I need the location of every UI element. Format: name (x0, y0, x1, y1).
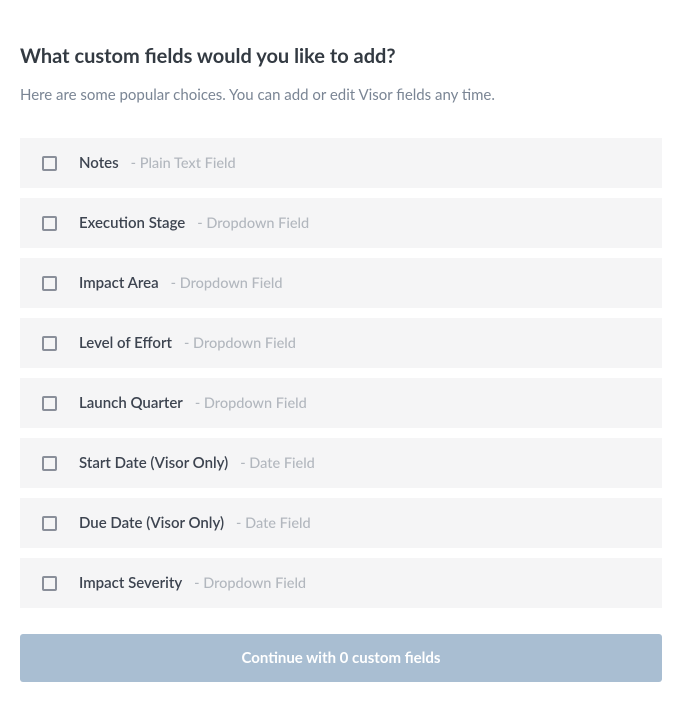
field-row[interactable]: Level of Effort - Dropdown Field (20, 318, 662, 368)
field-label: Execution Stage (79, 214, 185, 232)
field-type: - Dropdown Field (171, 275, 283, 292)
field-type: - Dropdown Field (194, 575, 306, 592)
checkbox[interactable] (42, 156, 57, 171)
checkbox[interactable] (42, 276, 57, 291)
page-subtitle: Here are some popular choices. You can a… (20, 86, 662, 104)
field-row[interactable]: Impact Severity - Dropdown Field (20, 558, 662, 608)
field-label: Level of Effort (79, 334, 172, 352)
checkbox[interactable] (42, 216, 57, 231)
field-row[interactable]: Due Date (Visor Only) - Date Field (20, 498, 662, 548)
checkbox[interactable] (42, 336, 57, 351)
checkbox[interactable] (42, 516, 57, 531)
fields-list[interactable]: Notes - Plain Text Field Execution Stage… (20, 138, 662, 610)
field-label: Due Date (Visor Only) (79, 514, 224, 532)
checkbox[interactable] (42, 396, 57, 411)
field-type: - Dropdown Field (195, 395, 307, 412)
checkbox[interactable] (42, 456, 57, 471)
field-label: Start Date (Visor Only) (79, 454, 228, 472)
field-type: - Dropdown Field (184, 335, 296, 352)
field-row[interactable]: Notes - Plain Text Field (20, 138, 662, 188)
field-row[interactable]: Impact Area - Dropdown Field (20, 258, 662, 308)
page-heading: What custom fields would you like to add… (20, 44, 662, 68)
field-row[interactable]: Start Date (Visor Only) - Date Field (20, 438, 662, 488)
field-type: - Dropdown Field (197, 215, 309, 232)
field-row[interactable]: Execution Stage - Dropdown Field (20, 198, 662, 248)
field-label: Notes (79, 154, 119, 172)
continue-button[interactable]: Continue with 0 custom fields (20, 634, 662, 682)
field-row[interactable]: Launch Quarter - Dropdown Field (20, 378, 662, 428)
field-label: Impact Area (79, 274, 159, 292)
checkbox[interactable] (42, 576, 57, 591)
field-label: Launch Quarter (79, 394, 183, 412)
field-type: - Plain Text Field (131, 155, 236, 172)
field-type: - Date Field (236, 515, 311, 532)
field-label: Impact Severity (79, 574, 182, 592)
field-type: - Date Field (240, 455, 315, 472)
